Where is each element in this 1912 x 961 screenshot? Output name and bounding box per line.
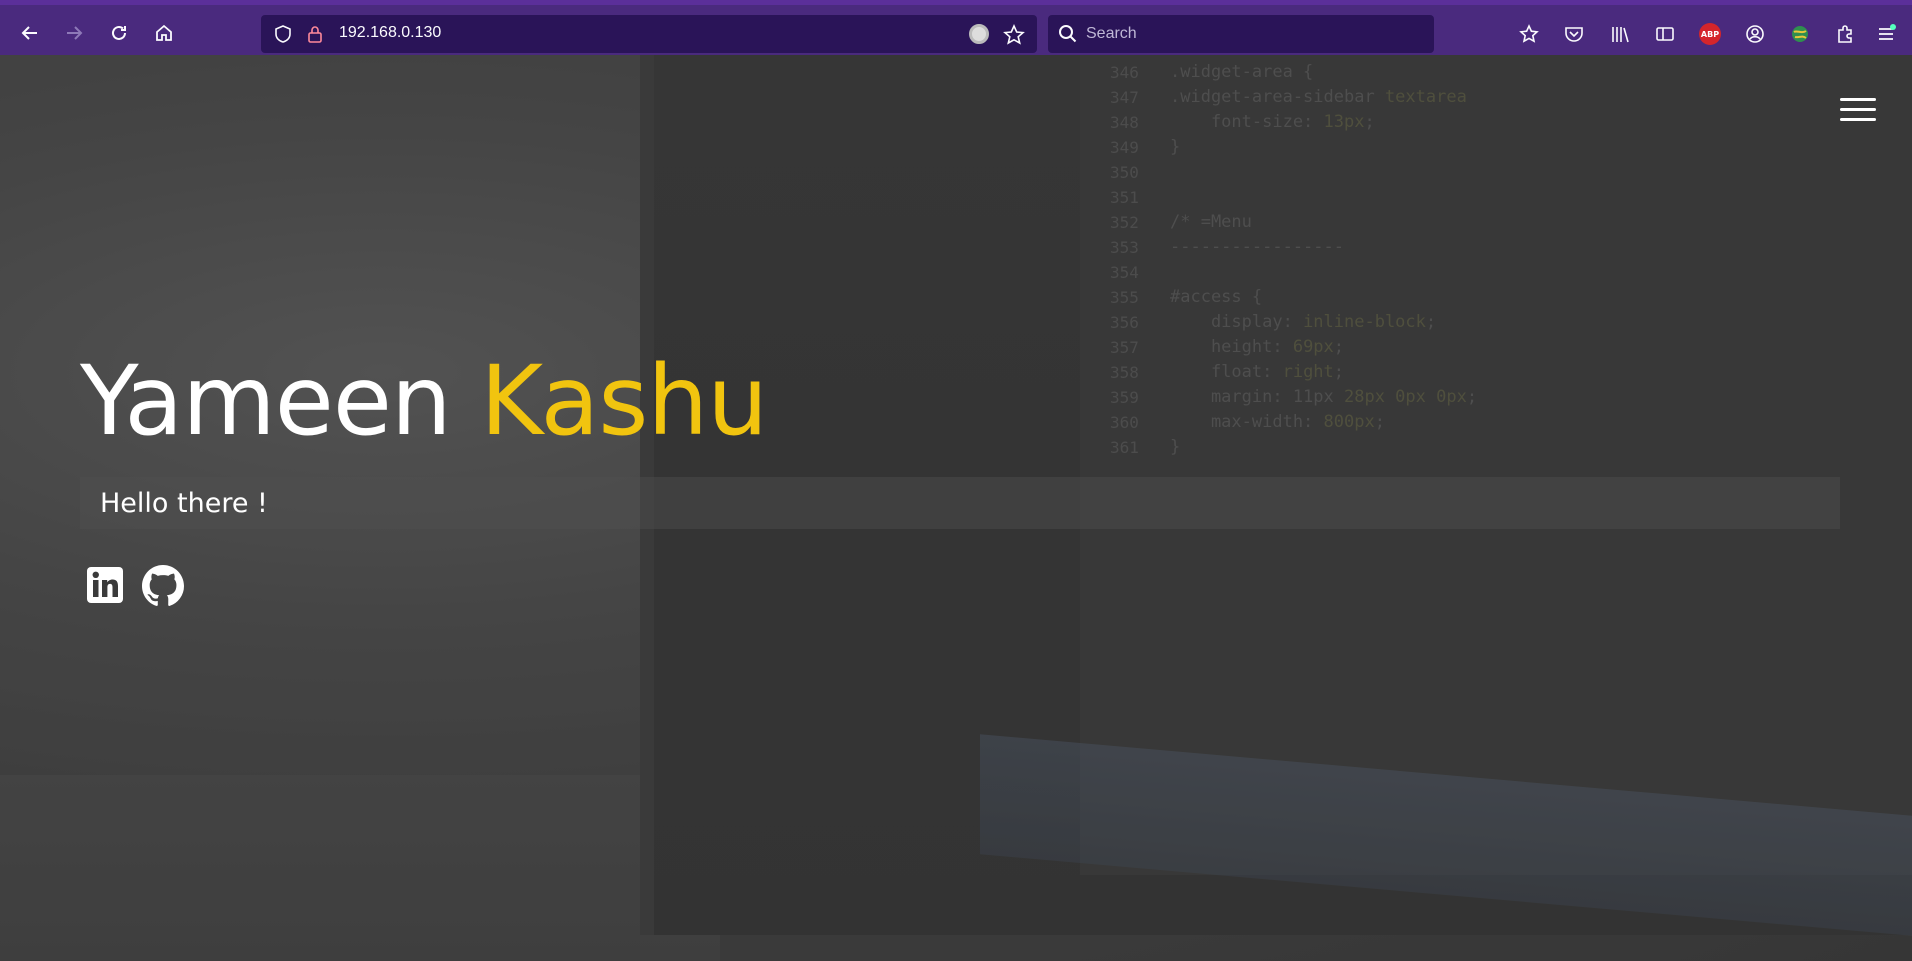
- url-bar[interactable]: 192.168.0.130: [261, 15, 1037, 53]
- linkedin-icon: [87, 567, 123, 603]
- pocket-icon: [1565, 27, 1583, 42]
- last-name: Kashu: [480, 345, 768, 457]
- lock-insecure-icon[interactable]: [305, 24, 325, 44]
- page-viewport: 346 347 348 349 350 351 352 353 354 355 356 357 358 3…: [0, 55, 1912, 961]
- home-button[interactable]: [148, 17, 180, 49]
- arrow-left-icon: [21, 26, 37, 40]
- hamburger-menu-icon: [1879, 24, 1896, 40]
- account-icon: [1746, 25, 1764, 43]
- hero-title: Yameen Kashu: [80, 345, 768, 457]
- extensions-button[interactable]: [1831, 20, 1859, 48]
- abp-icon: ABP: [1699, 23, 1721, 45]
- github-link[interactable]: [142, 565, 184, 607]
- browser-toolbar: 192.168.0.130 Search ABP: [0, 0, 1912, 55]
- shield-icon: [275, 25, 291, 43]
- extension-button[interactable]: [1786, 20, 1814, 48]
- pocket-button[interactable]: [1560, 20, 1588, 48]
- back-button[interactable]: [14, 17, 46, 49]
- reader-mode-icon[interactable]: [969, 24, 989, 44]
- greeting-text: Hello there !: [100, 488, 268, 519]
- menu-bar-line: [1840, 98, 1876, 101]
- menu-bar-line: [1840, 118, 1876, 121]
- url-text[interactable]: 192.168.0.130: [339, 24, 441, 42]
- forward-button[interactable]: [58, 17, 90, 49]
- collections-button[interactable]: [1515, 20, 1543, 48]
- menu-bar-line: [1840, 108, 1876, 111]
- puzzle-icon: [1838, 25, 1852, 43]
- reload-icon: [112, 25, 126, 40]
- greeting-bar: Hello there !: [80, 477, 1840, 529]
- app-menu-button[interactable]: [1872, 20, 1900, 48]
- bookmark-star-icon[interactable]: [1003, 24, 1025, 46]
- sidebar-icon: [1656, 27, 1674, 41]
- reload-button[interactable]: [103, 17, 135, 49]
- extension-globe-icon: [1792, 26, 1808, 42]
- library-button[interactable]: [1606, 20, 1634, 48]
- site-menu-button[interactable]: [1840, 98, 1876, 124]
- account-button[interactable]: [1741, 20, 1769, 48]
- linkedin-link[interactable]: [85, 565, 127, 607]
- adblock-button[interactable]: ABP: [1696, 20, 1724, 48]
- star-list-icon: [1519, 24, 1539, 43]
- library-icon: [1612, 27, 1629, 43]
- arrow-right-icon: [67, 26, 83, 40]
- github-icon: [142, 565, 184, 606]
- first-name: Yameen: [80, 345, 452, 457]
- search-bar[interactable]: Search: [1048, 15, 1434, 53]
- search-placeholder: Search: [1086, 25, 1137, 42]
- sidebar-button[interactable]: [1651, 20, 1679, 48]
- home-icon: [156, 24, 172, 41]
- search-icon: [1059, 25, 1077, 43]
